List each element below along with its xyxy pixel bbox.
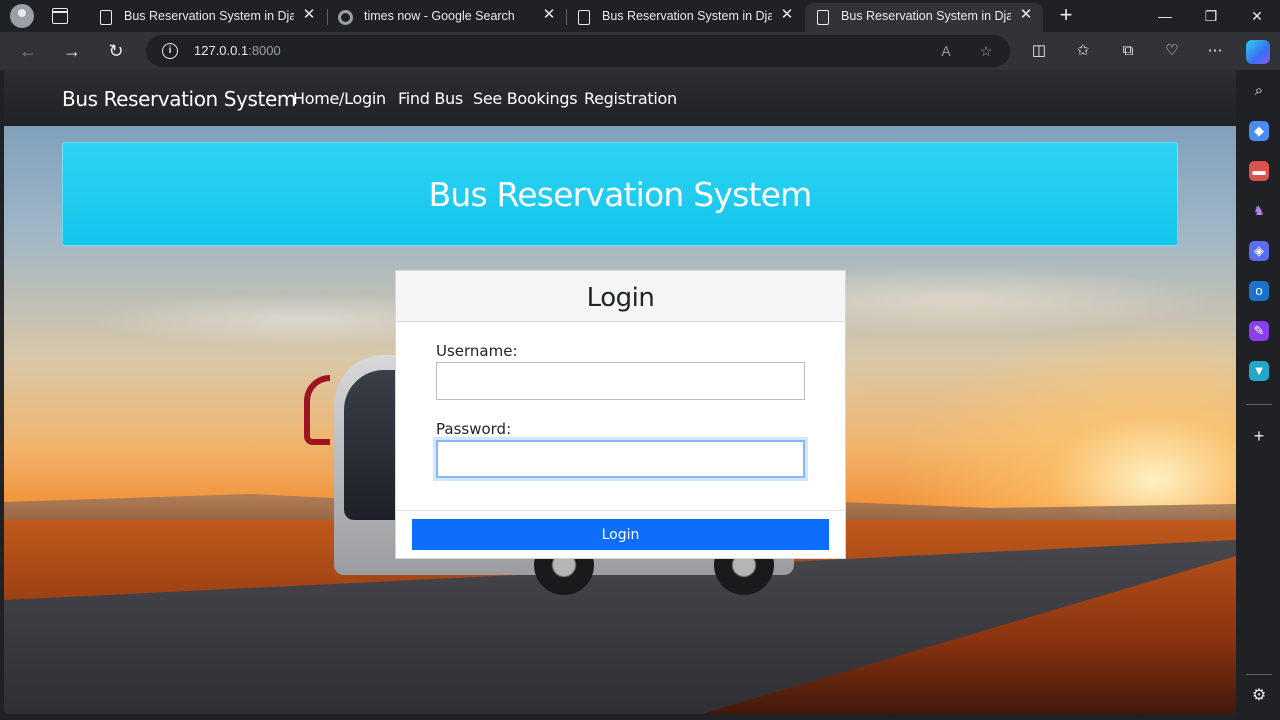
close-tab-icon[interactable]: ✕ (778, 6, 796, 24)
minimize-icon[interactable]: — (1142, 0, 1188, 32)
page-viewport: Bus Reservation System Home/Login Find B… (4, 70, 1236, 714)
microsoft-365-icon[interactable]: ◈ (1249, 241, 1269, 261)
shopping-tag-icon[interactable]: ◆ (1249, 121, 1269, 141)
close-tab-icon[interactable]: ✕ (1017, 6, 1035, 24)
outlook-icon[interactable]: o (1249, 281, 1269, 301)
site-navbar: Bus Reservation System Home/Login Find B… (4, 70, 1236, 126)
browser-essentials-icon[interactable]: ♡ (1161, 40, 1183, 62)
login-card: Login Username: Password: Login (395, 270, 846, 559)
restore-icon[interactable]: ❐ (1188, 0, 1234, 32)
new-tab-icon[interactable]: + (1054, 4, 1078, 28)
password-label: Password: (436, 420, 512, 438)
hero-banner: Bus Reservation System (62, 142, 1178, 246)
read-aloud-icon[interactable]: A (936, 41, 956, 61)
settings-gear-icon[interactable]: ⚙ (1249, 686, 1269, 706)
tools-briefcase-icon[interactable]: ▬ (1249, 161, 1269, 181)
page-icon (100, 10, 112, 25)
close-window-icon[interactable]: ✕ (1234, 0, 1280, 32)
browser-tab-4-active[interactable]: Bus Reservation System in Djang ✕ (805, 3, 1043, 32)
browser-tab-1[interactable]: Bus Reservation System in Djang ✕ (88, 3, 326, 32)
tab-title: times now - Google Search (364, 9, 515, 23)
nav-link-home-login[interactable]: Home/Login (293, 89, 386, 108)
more-menu-icon[interactable]: ⋯ (1204, 40, 1226, 62)
games-icon[interactable]: ♞ (1249, 201, 1269, 221)
nav-link-registration[interactable]: Registration (584, 89, 677, 108)
sidebar-divider (1246, 674, 1272, 675)
close-tab-icon[interactable]: ✕ (300, 6, 318, 24)
url-host: 127.0.0.1 (194, 43, 249, 58)
split-screen-icon[interactable]: ◫ (1028, 40, 1050, 62)
copilot-icon[interactable] (1246, 40, 1270, 64)
favorite-star-icon[interactable]: ☆ (976, 41, 996, 61)
designer-icon[interactable]: ✎ (1249, 321, 1269, 341)
tab-actions-icon[interactable] (52, 8, 68, 24)
close-tab-icon[interactable]: ✕ (540, 6, 558, 24)
url-port: :8000 (248, 43, 281, 58)
login-button[interactable]: Login (412, 519, 829, 550)
url-text[interactable]: 127.0.0.1:8000 (194, 43, 281, 58)
tab-title: Bus Reservation System in Djang (602, 9, 772, 23)
browser-toolbar: ← → ↻ i 127.0.0.1:8000 A ☆ ◫ ✩ ⧉ ♡ ⋯ (0, 32, 1280, 70)
browser-tab-2[interactable]: times now - Google Search ✕ (328, 3, 566, 32)
nav-link-find-bus[interactable]: Find Bus (398, 89, 463, 108)
forward-icon[interactable]: → (58, 37, 86, 65)
browser-tab-3[interactable]: Bus Reservation System in Djang ✕ (566, 3, 804, 32)
profile-avatar-icon[interactable] (10, 4, 34, 28)
site-info-icon[interactable]: i (162, 43, 178, 59)
card-footer-divider (396, 510, 845, 511)
sidebar-divider (1246, 404, 1272, 405)
collections-icon[interactable]: ⧉ (1117, 40, 1139, 62)
browser-tab-bar: Bus Reservation System in Djang ✕ times … (0, 0, 1280, 32)
password-input[interactable] (436, 440, 805, 478)
back-icon[interactable]: ← (14, 37, 42, 65)
login-card-header: Login (396, 271, 845, 322)
login-title: Login (586, 283, 655, 313)
add-sidebar-app-icon[interactable]: + (1249, 426, 1269, 446)
tab-title: Bus Reservation System in Djang (124, 9, 294, 23)
browser-sidebar: ⌕ ◆ ▬ ♞ ◈ o ✎ ▼ + ⚙ (1238, 70, 1280, 720)
favorites-icon[interactable]: ✩ (1072, 40, 1094, 62)
site-brand[interactable]: Bus Reservation System (62, 87, 296, 111)
page-icon (817, 10, 829, 25)
google-icon (338, 10, 353, 25)
address-bar[interactable]: i 127.0.0.1:8000 A ☆ (146, 35, 1010, 67)
search-icon[interactable]: ⌕ (1249, 81, 1269, 101)
refresh-icon[interactable]: ↻ (102, 37, 130, 65)
username-input[interactable] (436, 362, 805, 400)
drop-icon[interactable]: ▼ (1249, 361, 1269, 381)
banner-title: Bus Reservation System (428, 175, 813, 214)
username-label: Username: (436, 342, 518, 360)
tab-title: Bus Reservation System in Djang (841, 9, 1011, 23)
nav-link-see-bookings[interactable]: See Bookings (473, 89, 578, 108)
page-icon (578, 10, 590, 25)
